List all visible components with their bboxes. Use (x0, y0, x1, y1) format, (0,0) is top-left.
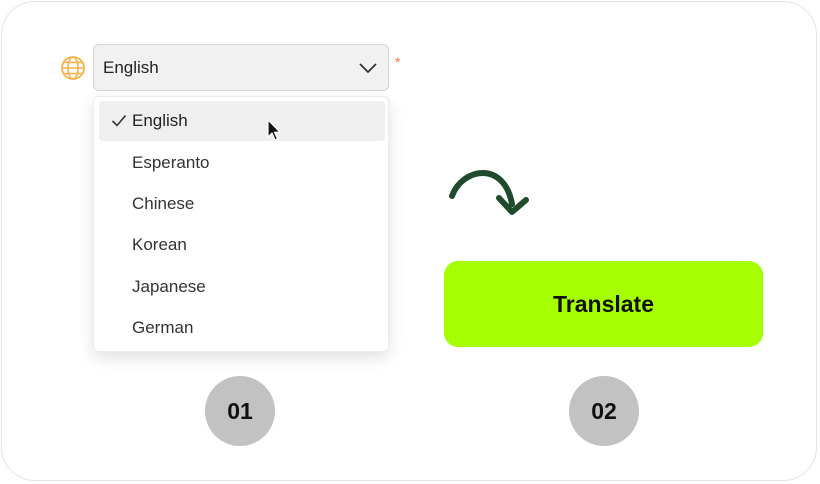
language-option-japanese[interactable]: Japanese (99, 267, 385, 307)
language-option-chinese[interactable]: Chinese (99, 184, 385, 224)
globe-icon (61, 56, 85, 80)
language-option-esperanto[interactable]: Esperanto (99, 143, 385, 183)
option-label: Japanese (132, 277, 206, 296)
curved-arrow-icon (449, 170, 529, 215)
option-label: Chinese (132, 194, 195, 213)
step-badge-01: 01 (205, 376, 275, 446)
language-dropdown: English Esperanto Chinese Korean Japanes… (93, 96, 389, 352)
language-option-german[interactable]: German (99, 308, 385, 348)
required-mark: * (395, 54, 401, 70)
option-label: German (132, 318, 194, 337)
language-select[interactable]: English (93, 44, 389, 91)
option-label: English (132, 111, 188, 130)
step-badge-02: 02 (569, 376, 639, 446)
language-option-english[interactable]: English (99, 101, 385, 141)
check-icon (111, 114, 127, 127)
option-label: Korean (132, 235, 187, 254)
translate-button[interactable]: Translate (444, 261, 763, 347)
language-option-korean[interactable]: Korean (99, 225, 385, 265)
option-label: Esperanto (132, 153, 210, 172)
mouse-cursor-icon (267, 119, 281, 141)
chevron-down-icon (359, 63, 377, 74)
language-select-value: English (103, 57, 159, 77)
